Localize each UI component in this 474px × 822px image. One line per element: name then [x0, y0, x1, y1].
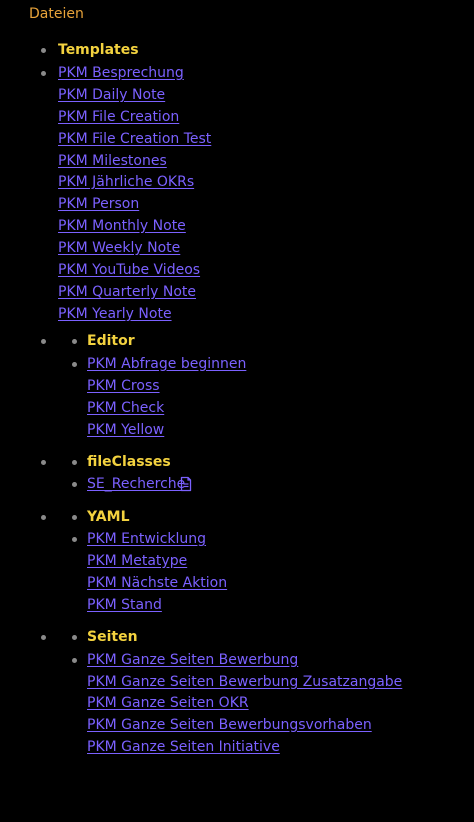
seiten-link[interactable]: PKM Ganze Seiten Bewerbungsvorhaben	[87, 717, 372, 733]
template-link[interactable]: PKM Quarterly Note	[58, 284, 196, 300]
template-link[interactable]: PKM File Creation Test	[58, 131, 211, 147]
file-text-icon[interactable]	[178, 476, 194, 492]
template-link[interactable]: PKM Jährliche OKRs	[58, 174, 194, 190]
template-link[interactable]: PKM Milestones	[58, 153, 167, 169]
list-bullet	[41, 635, 46, 640]
section-title-editor: Editor	[87, 333, 135, 349]
yaml-link[interactable]: PKM Stand	[87, 597, 162, 613]
template-link[interactable]: PKM YouTube Videos	[58, 262, 200, 278]
editor-link[interactable]: PKM Yellow	[87, 422, 164, 438]
fileclass-link[interactable]: SE_Recherche	[87, 476, 185, 492]
seiten-link[interactable]: PKM Ganze Seiten Bewerbung Zusatzangabe	[87, 674, 402, 690]
list-bullet	[72, 482, 77, 487]
template-link[interactable]: PKM Person	[58, 196, 139, 212]
list-bullet	[41, 515, 46, 520]
files-view: Dateien Templates PKM Besprechung PKM Da…	[0, 0, 474, 822]
template-link[interactable]: PKM Weekly Note	[58, 240, 180, 256]
list-bullet	[72, 537, 77, 542]
list-bullet	[72, 515, 77, 520]
section-title-seiten: Seiten	[87, 629, 138, 645]
seiten-link[interactable]: PKM Ganze Seiten OKR	[87, 695, 249, 711]
template-link[interactable]: PKM Besprechung	[58, 65, 184, 81]
editor-link[interactable]: PKM Abfrage beginnen	[87, 356, 246, 372]
template-link[interactable]: PKM File Creation	[58, 109, 179, 125]
template-link[interactable]: PKM Daily Note	[58, 87, 165, 103]
template-link[interactable]: PKM Monthly Note	[58, 218, 186, 234]
seiten-link[interactable]: PKM Ganze Seiten Initiative	[87, 739, 280, 755]
list-bullet	[41, 460, 46, 465]
page-heading: Dateien	[29, 6, 84, 22]
section-title-yaml: YAML	[87, 509, 130, 525]
list-bullet	[41, 339, 46, 344]
list-bullet	[72, 658, 77, 663]
list-bullet	[72, 460, 77, 465]
editor-link[interactable]: PKM Check	[87, 400, 164, 416]
section-title-templates: Templates	[58, 42, 139, 58]
list-bullet	[72, 635, 77, 640]
yaml-link[interactable]: PKM Entwicklung	[87, 531, 206, 547]
list-bullet	[72, 339, 77, 344]
seiten-link[interactable]: PKM Ganze Seiten Bewerbung	[87, 652, 298, 668]
list-bullet	[72, 362, 77, 367]
list-bullet	[41, 48, 46, 53]
editor-link[interactable]: PKM Cross	[87, 378, 160, 394]
yaml-link[interactable]: PKM Nächste Aktion	[87, 575, 227, 591]
list-bullet	[41, 71, 46, 76]
section-title-fileclasses: fileClasses	[87, 454, 171, 470]
yaml-link[interactable]: PKM Metatype	[87, 553, 187, 569]
template-link[interactable]: PKM Yearly Note	[58, 306, 172, 322]
